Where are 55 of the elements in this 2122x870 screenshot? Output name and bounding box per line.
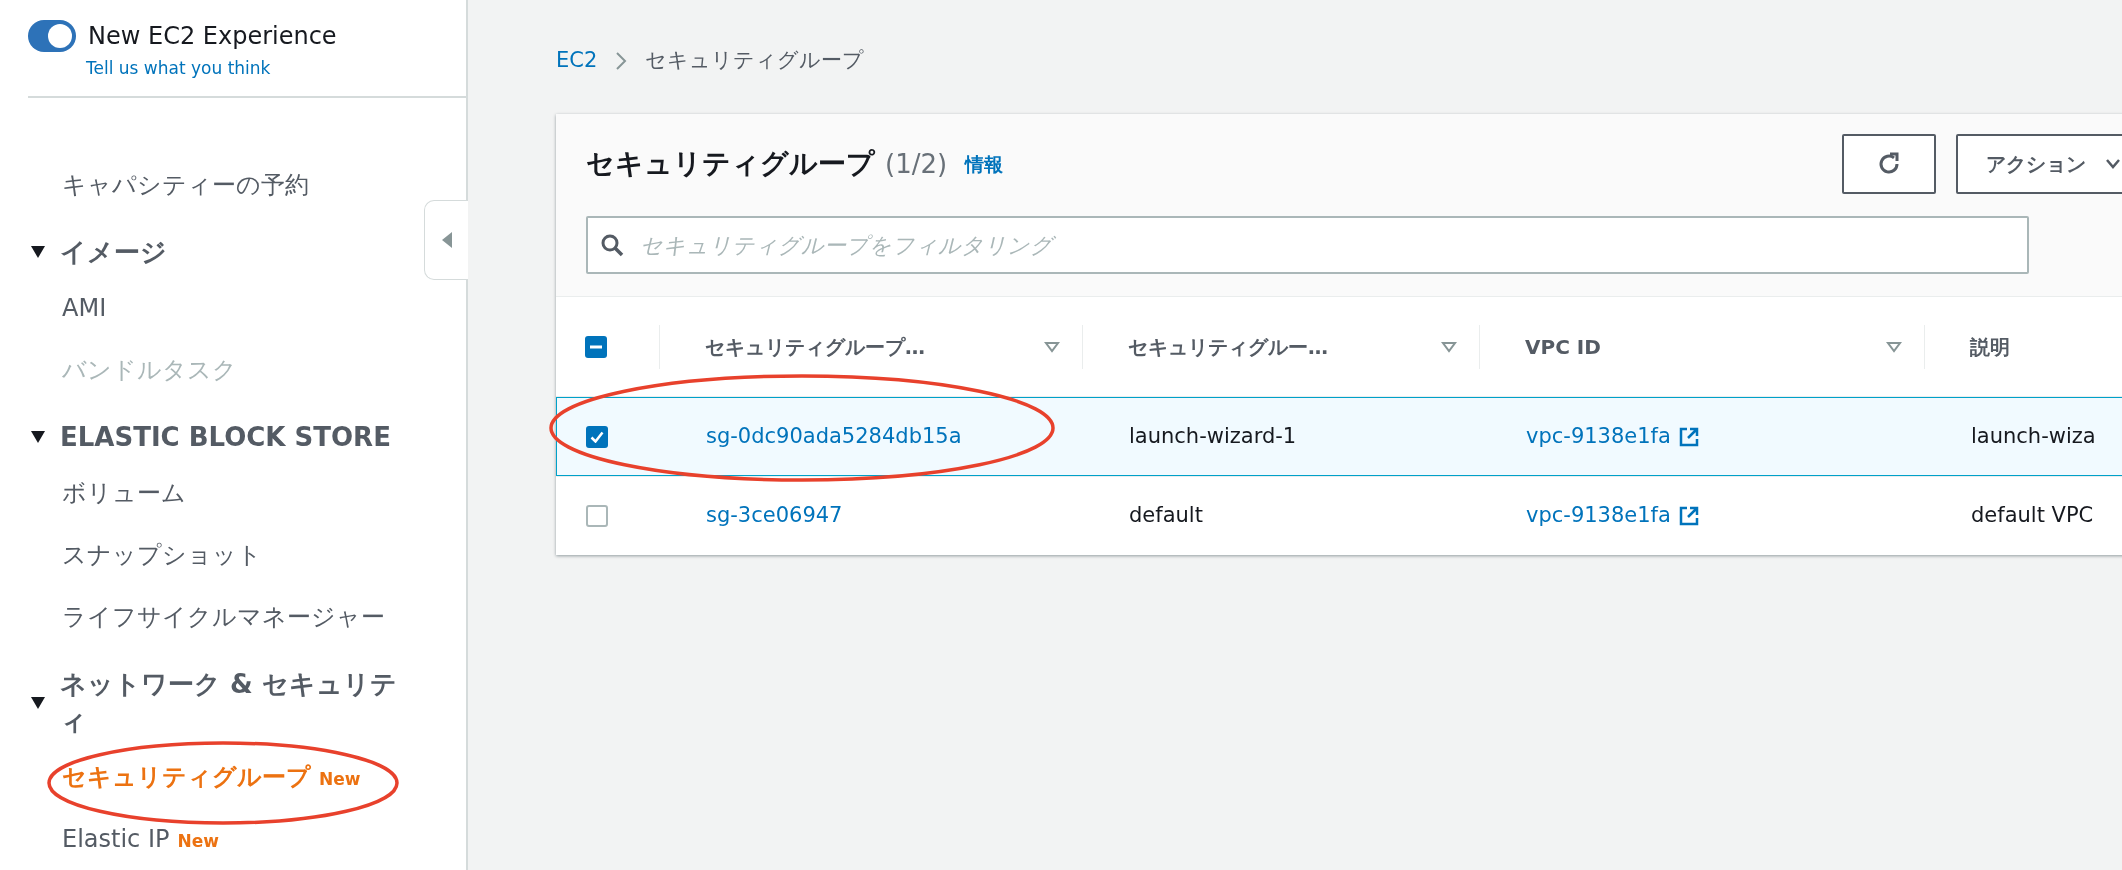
nav-section-heading[interactable]: ネットワーク & セキュリティ: [60, 665, 405, 740]
external-link-icon[interactable]: [1678, 505, 1699, 526]
nav-link[interactable]: ライフサイクルマネージャー: [62, 601, 385, 632]
sort-caret-icon[interactable]: [1441, 340, 1457, 353]
caret-down-icon[interactable]: [30, 430, 46, 444]
breadcrumb-item: セキュリティグループ: [645, 47, 865, 75]
table-cell[interactable]: sg-0dc90ada5284db15a: [660, 420, 1083, 453]
nav-link[interactable]: ボリューム: [62, 477, 186, 508]
panel-title: セキュリティグループ: [586, 146, 875, 182]
breadcrumb-item[interactable]: EC2: [556, 45, 598, 77]
new-label: New: [177, 830, 219, 853]
table-row[interactable]: sg-0dc90ada5284db15a launch-wizard-1 vpc-9138e1fa launch-wiza: [556, 397, 2122, 476]
collapse-sidebar-button[interactable]: [424, 200, 468, 280]
minus-icon: [590, 344, 602, 349]
selection-count: (1/2): [885, 147, 948, 181]
table-row[interactable]: sg-3ce06947 default vpc-9138e1fa default VPC: [556, 476, 2122, 555]
caret-left-icon: [441, 232, 452, 248]
table-cell-text: default: [1128, 501, 1204, 529]
caret-down-icon[interactable]: [30, 695, 46, 710]
nav-link[interactable]: スナップショット: [62, 539, 262, 570]
column-header[interactable]: VPC ID: [1525, 331, 1601, 362]
column-header[interactable]: セキュリティグルー…: [1128, 331, 1328, 362]
checkbox[interactable]: [585, 335, 607, 358]
checkbox[interactable]: [586, 504, 608, 527]
caret-down-icon: [2106, 159, 2120, 169]
nav-section-heading[interactable]: ELASTIC BLOCK STORE: [60, 418, 391, 456]
column-header[interactable]: 説明: [1970, 331, 2010, 362]
search-field[interactable]: セキュリティグループをフィルタリング: [586, 216, 2029, 274]
refresh-button[interactable]: [1842, 134, 1936, 194]
feedback-link[interactable]: Tell us what you think: [86, 56, 466, 82]
refresh-icon: [1876, 151, 1902, 177]
checkmark-icon: [590, 430, 604, 443]
chevron-right-icon: [615, 51, 628, 71]
table-cell-text: default VPC: [1970, 501, 2095, 529]
nav-link[interactable]: Elastic IP: [62, 824, 170, 854]
nav-link[interactable]: AMI: [62, 292, 107, 323]
table-cell[interactable]: vpc-9138e1fa: [1526, 420, 1671, 453]
search-icon: [600, 233, 624, 257]
toggle-switch[interactable]: [28, 20, 76, 52]
new-label: New: [319, 767, 361, 791]
nav-link[interactable]: キャパシティーの予約: [62, 169, 309, 200]
caret-down-icon[interactable]: [30, 245, 46, 259]
nav-section-heading[interactable]: イメージ: [60, 233, 167, 271]
external-link-icon[interactable]: [1678, 426, 1699, 447]
sort-caret-icon[interactable]: [1044, 340, 1060, 353]
column-header[interactable]: セキュリティグループ…: [705, 331, 925, 362]
actions-button[interactable]: アクション: [1956, 134, 2122, 194]
table-cell-text: launch-wiza: [1970, 422, 2097, 450]
checkbox[interactable]: [586, 425, 608, 448]
sort-caret-icon[interactable]: [1886, 340, 1902, 353]
toggle-label: New EC2 Experience: [88, 21, 337, 52]
table-cell-text: launch-wizard-1: [1128, 422, 1298, 450]
table-cell[interactable]: sg-3ce06947: [660, 499, 1083, 532]
info-link[interactable]: 情報: [965, 149, 1004, 179]
table-cell[interactable]: vpc-9138e1fa: [1526, 499, 1671, 532]
